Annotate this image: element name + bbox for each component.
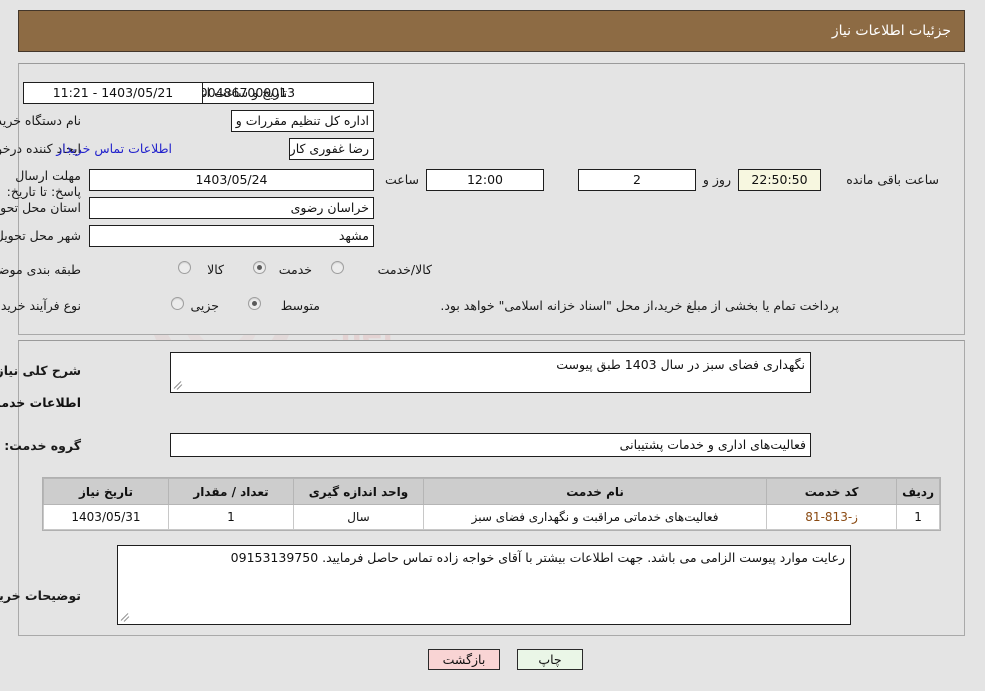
buyer-org-label: نام دستگاه خریدار: [0, 113, 82, 128]
services-section-heading: اطلاعات خدمات مورد نیاز [0, 395, 82, 410]
public-announce-value: 1403/05/21 - 11:21 [24, 82, 204, 104]
table-row[interactable]: 1 ز-813-81 فعالیت‌های خدماتی مراقبت و نگ… [44, 504, 941, 530]
city-value: مشهد [90, 225, 375, 247]
deadline-countdown-timer: 22:50:50 [739, 169, 822, 191]
radio-process-motavaset-label: متوسط [281, 298, 321, 313]
page-root: AriaTender .net جزئیات اطلاعات نیاز شمار… [0, 0, 985, 691]
th-service-name: نام خدمت [423, 478, 769, 505]
radio-category-kala-khedmat[interactable] [332, 261, 345, 274]
print-button[interactable]: چاپ [518, 649, 584, 670]
buyer-notes-textarea[interactable]: رعایت موارد پیوست الزامی می باشد. جهت اط… [118, 545, 852, 625]
th-unit: واحد اندازه گیری [294, 478, 425, 505]
process-type-label: نوع فرآیند خرید : [0, 298, 82, 313]
province-value: خراسان رضوی [90, 197, 375, 219]
buyer-notes-value: رعایت موارد پیوست الزامی می باشد. جهت اط… [231, 550, 846, 565]
requester-value: رضا غفوری کاربرداز اداره کل تنظیم مقررات… [290, 138, 375, 160]
description-textarea[interactable]: نگهداری فضای سبز در سال 1403 طبق پیوست [171, 352, 812, 393]
cell-service-name: فعالیت‌های خدماتی مراقبت و نگهداری فضای … [423, 504, 769, 530]
deadline-days-label: روز و [703, 172, 732, 187]
page-header-bar: جزئیات اطلاعات نیاز [19, 10, 966, 52]
deadline-hour-value: 12:00 [427, 169, 545, 191]
resize-grip-icon-notes[interactable] [121, 611, 133, 623]
service-group-value: فعالیت‌های اداری و خدمات پشتیبانی [171, 433, 812, 457]
description-label: شرح کلی نیاز: [0, 363, 82, 378]
radio-category-kala[interactable] [179, 261, 192, 274]
th-service-code: کد خدمت [767, 478, 899, 505]
th-row-no: ردیف [897, 478, 941, 505]
description-value: نگهداری فضای سبز در سال 1403 طبق پیوست [557, 357, 806, 372]
buyer-notes-label: توضیحات خریدار: [0, 588, 82, 603]
deadline-hour-label: ساعت [385, 172, 420, 187]
cell-unit: سال [294, 504, 425, 530]
cell-service-code: ز-813-81 [767, 504, 899, 530]
deadline-days-value: 2 [579, 169, 697, 191]
deadline-remaining-label: ساعت باقی مانده [847, 172, 940, 187]
cell-quantity: 1 [169, 504, 295, 530]
radio-category-kala-label: کالا [208, 262, 225, 277]
radio-category-khedmat[interactable] [254, 261, 267, 274]
province-label: استان محل تحویل: [0, 200, 82, 215]
cell-need-date: 1403/05/31 [44, 504, 170, 530]
deadline-date-value: 1403/05/24 [90, 169, 375, 191]
category-label: طبقه بندی موضوعی: [0, 262, 82, 277]
buyer-org-value: اداره کل تنظیم مقررات و ارتباطات رادیوئی… [232, 110, 375, 132]
radio-category-kala-khedmat-label: کالا/خدمت [378, 262, 433, 277]
radio-category-khedmat-label: خدمت [279, 262, 313, 277]
back-button[interactable]: بازگشت [429, 649, 501, 670]
radio-process-motavaset[interactable] [249, 297, 262, 310]
th-quantity: تعداد / مقدار [169, 478, 295, 505]
radio-process-jozei-label: جزیی [191, 298, 220, 313]
resize-grip-icon[interactable] [174, 379, 186, 391]
city-label: شهر محل تحویل: [0, 228, 82, 243]
radio-process-jozei[interactable] [172, 297, 185, 310]
deadline-label: مهلت ارسال پاسخ: تا تاریخ: [7, 168, 82, 199]
page-title: جزئیات اطلاعات نیاز [832, 23, 952, 39]
table-header-row: ردیف کد خدمت نام خدمت واحد اندازه گیری ت… [44, 478, 941, 505]
service-group-label: گروه خدمت: [5, 438, 82, 453]
th-need-date: تاریخ نیاز [44, 478, 170, 505]
cell-row-no: 1 [897, 504, 941, 530]
buyer-contact-link[interactable]: اطلاعات تماس خریدار [57, 141, 173, 157]
process-type-note: پرداخت تمام یا بخشی از مبلغ خرید،از محل … [441, 298, 840, 313]
services-table: ردیف کد خدمت نام خدمت واحد اندازه گیری ت… [43, 477, 942, 531]
